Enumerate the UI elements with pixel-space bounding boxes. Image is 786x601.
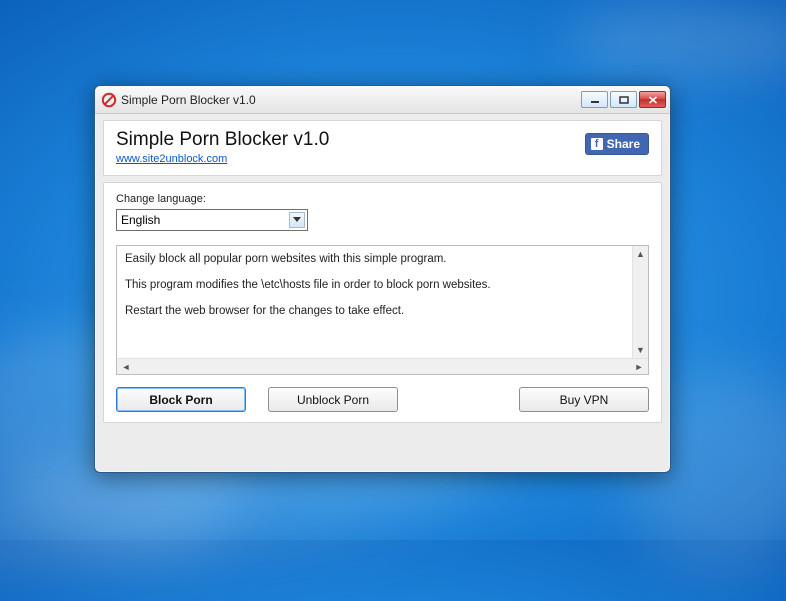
facebook-icon: f bbox=[591, 138, 603, 150]
scroll-left-icon[interactable]: ◄ bbox=[119, 362, 133, 372]
scroll-down-icon[interactable]: ▼ bbox=[633, 342, 648, 358]
close-button[interactable] bbox=[639, 91, 666, 108]
titlebar[interactable]: Simple Porn Blocker v1.0 bbox=[95, 86, 670, 114]
scroll-up-icon[interactable]: ▲ bbox=[633, 246, 648, 262]
website-link[interactable]: www.site2unblock.com bbox=[116, 153, 227, 165]
page-title: Simple Porn Blocker v1.0 bbox=[116, 129, 649, 151]
maximize-button[interactable] bbox=[610, 91, 637, 108]
block-button[interactable]: Block Porn bbox=[116, 387, 246, 412]
vertical-scrollbar[interactable]: ▲ ▼ bbox=[632, 246, 648, 358]
buy-vpn-button[interactable]: Buy VPN bbox=[519, 387, 649, 412]
info-line: Restart the web browser for the changes … bbox=[125, 304, 640, 319]
client-area: Simple Porn Blocker v1.0 www.site2unbloc… bbox=[95, 114, 670, 431]
chevron-down-icon bbox=[289, 212, 305, 228]
info-textbox: Easily block all popular porn websites w… bbox=[116, 245, 649, 375]
app-icon bbox=[101, 92, 117, 108]
background-ray bbox=[566, 0, 786, 80]
block-button-label: Block Porn bbox=[149, 393, 212, 407]
info-content: Easily block all popular porn websites w… bbox=[117, 246, 648, 358]
info-line: This program modifies the \etc\hosts fil… bbox=[125, 278, 640, 293]
language-select[interactable]: English bbox=[116, 209, 308, 231]
info-line: Easily block all popular porn websites w… bbox=[125, 252, 640, 267]
unblock-button[interactable]: Unblock Porn bbox=[268, 387, 398, 412]
language-selected-value: English bbox=[121, 213, 160, 227]
language-label: Change language: bbox=[116, 193, 649, 205]
horizontal-scrollbar[interactable]: ◄ ► bbox=[117, 358, 648, 374]
window-controls bbox=[581, 91, 666, 108]
facebook-share-button[interactable]: f Share bbox=[585, 133, 649, 155]
window-title: Simple Porn Blocker v1.0 bbox=[121, 93, 581, 107]
unblock-button-label: Unblock Porn bbox=[297, 393, 369, 407]
header-panel: Simple Porn Blocker v1.0 www.site2unbloc… bbox=[103, 120, 662, 176]
facebook-share-label: Share bbox=[607, 137, 640, 151]
app-window: Simple Porn Blocker v1.0 Simple Porn Blo… bbox=[94, 85, 671, 473]
main-panel: Change language: English Easily block al… bbox=[103, 182, 662, 423]
buy-vpn-button-label: Buy VPN bbox=[560, 393, 609, 407]
scroll-right-icon[interactable]: ► bbox=[632, 362, 646, 372]
minimize-button[interactable] bbox=[581, 91, 608, 108]
button-row: Block Porn Unblock Porn Buy VPN bbox=[116, 387, 649, 412]
